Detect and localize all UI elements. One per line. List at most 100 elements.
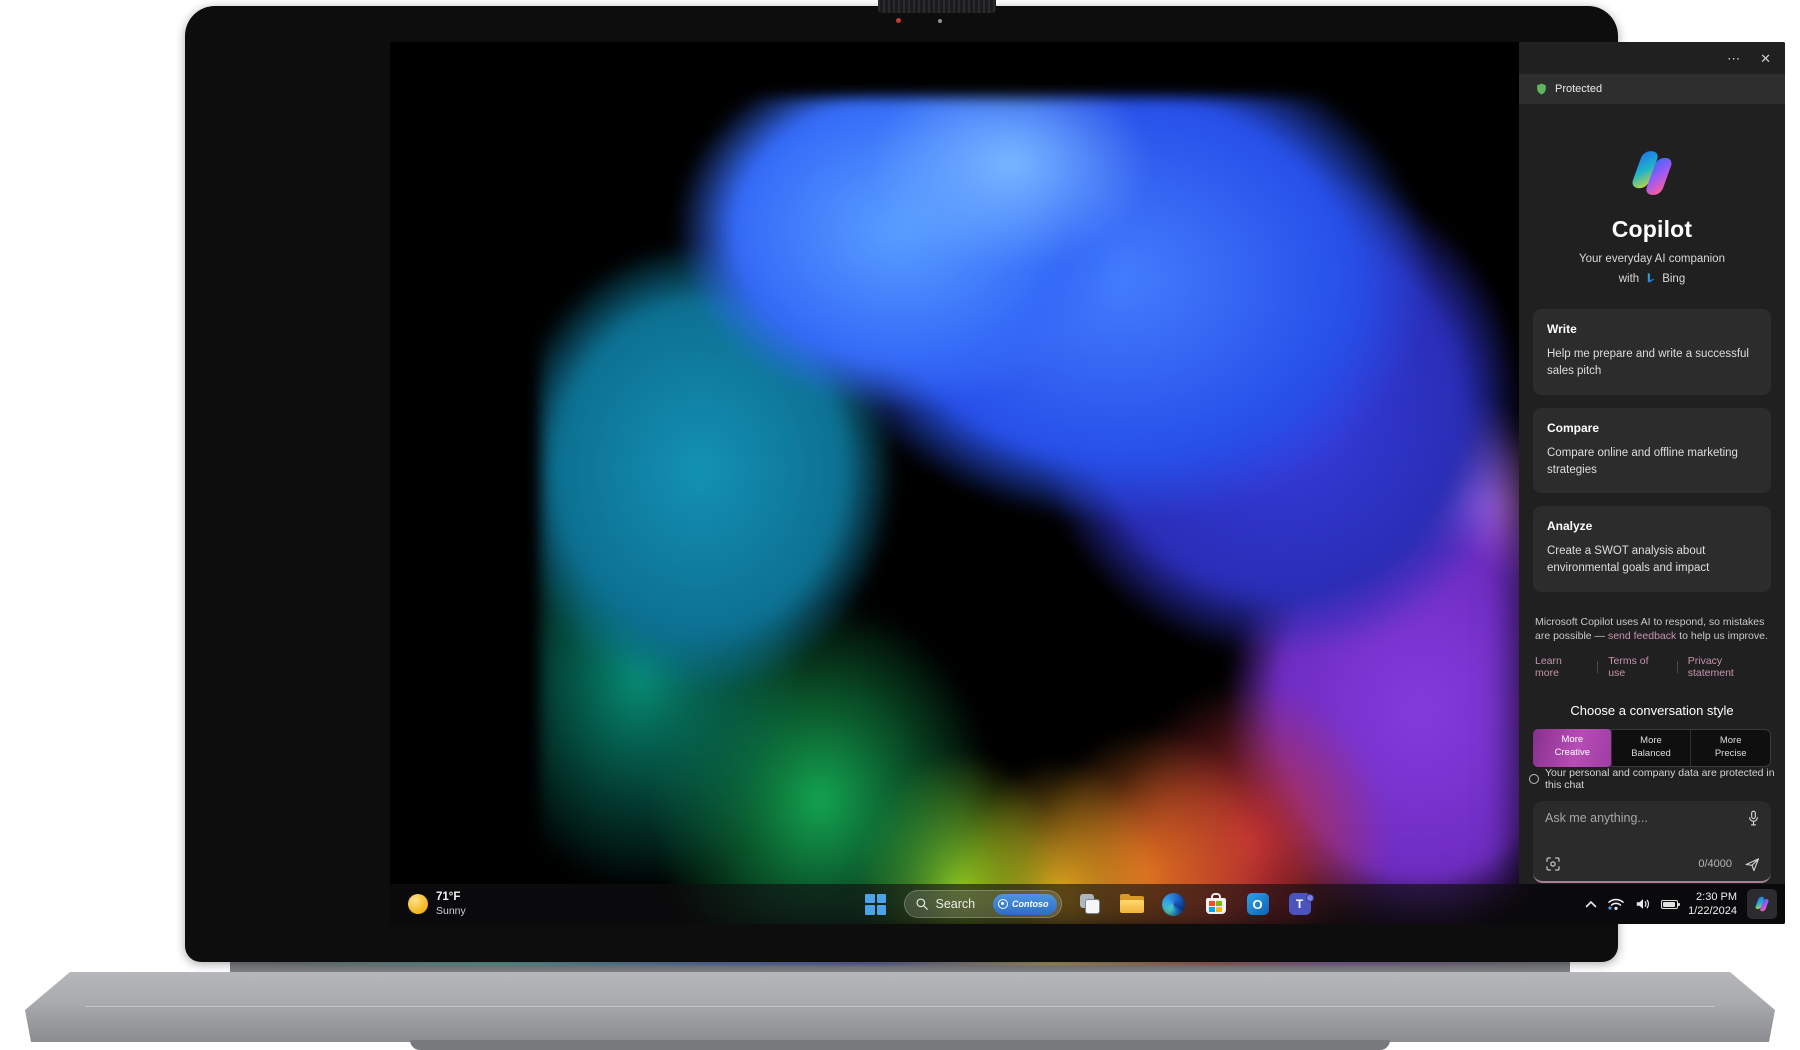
weather-temperature: 71°F: [436, 890, 466, 904]
conversation-style-group: More Creative More Balanced More Precise: [1533, 729, 1771, 767]
copilot-hero: Copilot Your everyday AI companion with …: [1519, 104, 1785, 285]
hinge-reflection: [270, 962, 1530, 965]
teams-glyph: T: [1296, 897, 1303, 911]
style-label-line1: More: [1691, 735, 1770, 748]
more-options-icon[interactable]: ⋯: [1727, 52, 1740, 65]
style-label-line2: Balanced: [1612, 748, 1691, 761]
card-title: Write: [1547, 322, 1757, 336]
search-box[interactable]: Search Contoso: [904, 890, 1062, 918]
teams-icon: T: [1289, 893, 1311, 915]
data-protection-note: Your personal and company data are prote…: [1529, 767, 1775, 791]
divider: [1677, 661, 1678, 673]
copilot-titlebar: ⋯ ✕: [1519, 42, 1785, 74]
learn-more-link[interactable]: Learn more: [1535, 655, 1587, 679]
outlook-icon: O: [1247, 893, 1269, 915]
send-feedback-link[interactable]: send feedback: [1608, 630, 1676, 642]
edge-button[interactable]: [1160, 890, 1188, 918]
style-more-precise-button[interactable]: More Precise: [1690, 730, 1770, 766]
search-label: Search: [936, 897, 987, 911]
microphone-icon[interactable]: [1746, 810, 1761, 827]
microsoft-store-icon: [1205, 893, 1227, 915]
suggestion-card-analyze[interactable]: Analyze Create a SWOT analysis about env…: [1533, 506, 1771, 592]
card-description: Create a SWOT analysis about environment…: [1547, 543, 1757, 578]
search-icon: [915, 897, 929, 911]
terms-of-use-link[interactable]: Terms of use: [1608, 655, 1667, 679]
ask-input[interactable]: [1545, 811, 1740, 825]
shield-icon: [1535, 82, 1548, 96]
style-label-line2: Creative: [1533, 747, 1612, 760]
teams-button[interactable]: T: [1286, 890, 1314, 918]
style-more-creative-button[interactable]: More Creative: [1533, 729, 1612, 767]
tray-date: 1/22/2024: [1688, 904, 1737, 918]
style-label-line1: More: [1612, 735, 1691, 748]
with-bing-row: with Bing: [1519, 272, 1785, 285]
wifi-status[interactable]: [1607, 897, 1625, 911]
task-view-icon: [1079, 893, 1101, 915]
card-description: Compare online and offline marketing str…: [1547, 445, 1757, 480]
laptop-bottom-foot: [410, 1040, 1390, 1050]
contoso-logo-icon: [998, 899, 1008, 909]
laptop-lid: ⋯ ✕ Protected: [185, 6, 1618, 962]
weather-widget[interactable]: 71°F Sunny: [400, 884, 474, 924]
suggestion-cards: Write Help me prepare and write a succes…: [1533, 309, 1771, 605]
privacy-ring-icon: [1529, 774, 1539, 784]
speaker-icon: [1635, 897, 1651, 911]
battery-status[interactable]: [1661, 900, 1678, 909]
outlook-button[interactable]: O: [1244, 890, 1272, 918]
bloom-wallpaper-art: [540, 97, 1540, 924]
deck-seam: [85, 1006, 1715, 1008]
chat-input-box[interactable]: 0/4000: [1533, 801, 1771, 883]
bing-icon: [1644, 272, 1657, 285]
protected-label: Protected: [1555, 83, 1602, 95]
suggestion-card-compare[interactable]: Compare Compare online and offline marke…: [1533, 408, 1771, 494]
tray-chevron-button[interactable]: [1585, 900, 1597, 908]
battery-icon: [1661, 900, 1678, 909]
task-view-button[interactable]: [1076, 890, 1104, 918]
card-description: Help me prepare and write a successful s…: [1547, 346, 1757, 381]
copilot-logo-icon: [1625, 146, 1679, 200]
screenshot-icon[interactable]: [1545, 856, 1561, 872]
protected-badge: Protected: [1519, 74, 1785, 104]
ai-disclaimer: Microsoft Copilot uses AI to respond, so…: [1535, 615, 1769, 644]
char-counter: 0/4000: [1698, 858, 1732, 870]
weather-condition: Sunny: [436, 905, 466, 918]
card-title: Analyze: [1547, 519, 1757, 533]
tray-time: 2:30 PM: [1688, 890, 1737, 904]
disclaimer-text-suffix: to help us improve.: [1676, 630, 1768, 642]
copilot-subtitle: Your everyday AI companion: [1519, 253, 1785, 265]
contoso-badge[interactable]: Contoso: [993, 894, 1057, 915]
laptop-screen: ⋯ ✕ Protected: [390, 42, 1785, 924]
clock[interactable]: 2:30 PM 1/22/2024: [1688, 890, 1737, 919]
privacy-statement-link[interactable]: Privacy statement: [1688, 655, 1769, 679]
file-explorer-button[interactable]: [1118, 890, 1146, 918]
microsoft-store-button[interactable]: [1202, 890, 1230, 918]
privacy-note-text: Your personal and company data are prote…: [1545, 767, 1775, 791]
camera-indicator-led: [896, 18, 901, 23]
taskbar: 71°F Sunny Search Contoso: [390, 884, 1785, 924]
close-icon[interactable]: ✕: [1760, 52, 1771, 65]
style-more-balanced-button[interactable]: More Balanced: [1611, 730, 1691, 766]
with-label: with: [1619, 273, 1639, 285]
input-bottom-row: 0/4000: [1545, 856, 1761, 873]
taskbar-center-icons: Search Contoso: [862, 884, 1314, 924]
edge-icon: [1162, 893, 1185, 916]
file-explorer-icon: [1120, 894, 1144, 914]
sunny-weather-icon: [408, 894, 428, 914]
contoso-label: Contoso: [1012, 899, 1049, 909]
divider: [1597, 661, 1598, 673]
suggestion-card-write[interactable]: Write Help me prepare and write a succes…: [1533, 309, 1771, 395]
style-label-line1: More: [1533, 734, 1612, 747]
volume-status[interactable]: [1635, 897, 1651, 911]
laptop-base: [25, 972, 1775, 1042]
send-icon[interactable]: [1744, 856, 1761, 873]
start-button[interactable]: [862, 890, 890, 918]
style-label-line2: Precise: [1691, 748, 1770, 761]
conversation-style-heading: Choose a conversation style: [1519, 703, 1785, 718]
copilot-taskbar-button[interactable]: [1747, 889, 1777, 919]
wifi-icon: [1607, 897, 1625, 911]
system-tray: 2:30 PM 1/22/2024: [1585, 884, 1777, 924]
copilot-title: Copilot: [1519, 216, 1785, 243]
windows-logo-icon: [865, 894, 886, 915]
camera-notch: [878, 0, 996, 13]
webcam-lens: [938, 19, 942, 23]
